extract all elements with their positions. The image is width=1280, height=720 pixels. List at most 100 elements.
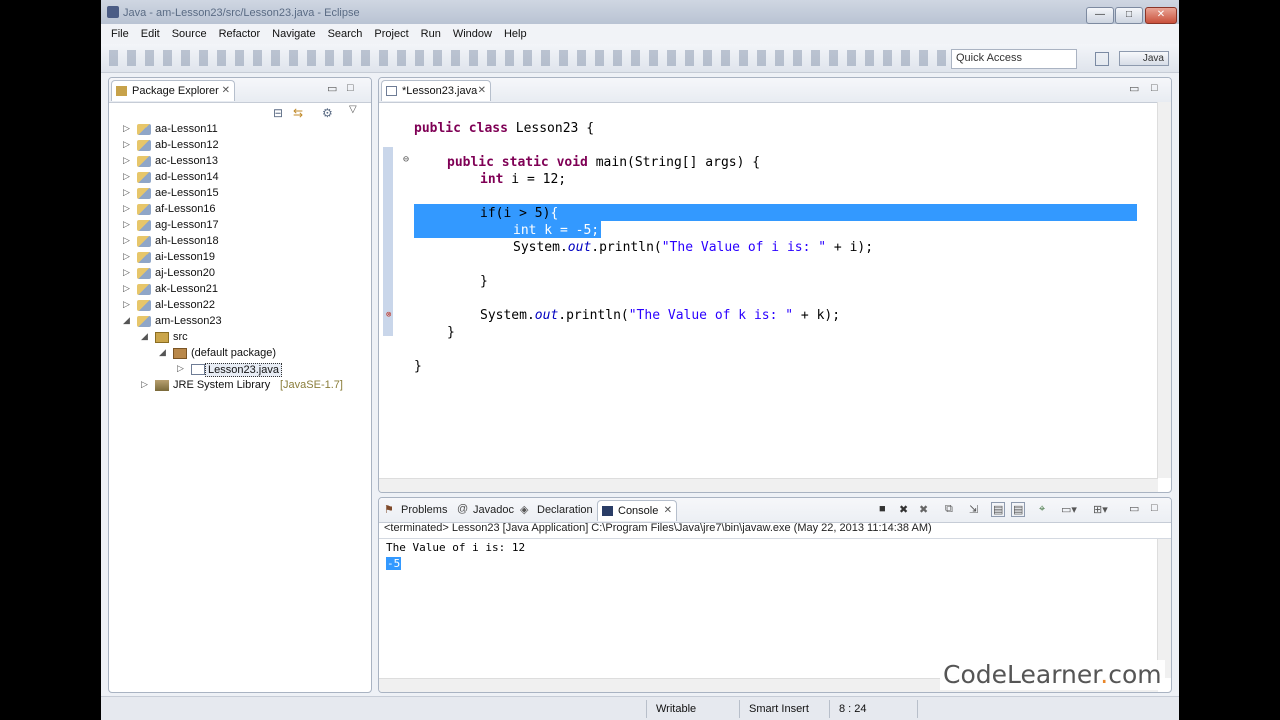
scroll-lock-icon[interactable]: ⇲ xyxy=(969,503,978,516)
expand-icon[interactable]: ▷ xyxy=(123,283,130,294)
expand-icon[interactable]: ▷ xyxy=(123,251,130,262)
expand-icon[interactable]: ▷ xyxy=(123,203,130,214)
tab-problems[interactable]: Problems xyxy=(401,504,447,516)
fold-icon[interactable]: ⊖ xyxy=(403,154,409,165)
close-icon[interactable]: ✕ xyxy=(664,501,672,521)
status-insert-mode: Smart Insert xyxy=(749,703,809,715)
tab-lesson23-java[interactable]: *Lesson23.java ✕ xyxy=(381,80,491,101)
tab-package-explorer[interactable]: Package Explorer ✕ xyxy=(111,80,235,101)
console-output-line: The Value of i is: 12 xyxy=(386,541,526,554)
toolbar-icons[interactable] xyxy=(109,50,949,66)
menu-edit[interactable]: Edit xyxy=(135,24,166,44)
open-perspective-icon[interactable] xyxy=(1095,52,1109,66)
expand-icon[interactable]: ▷ xyxy=(123,123,130,134)
menu-run[interactable]: Run xyxy=(415,24,447,44)
close-button[interactable]: ✕ xyxy=(1145,7,1177,24)
expand-icon[interactable]: ▷ xyxy=(123,155,130,166)
minimize-view-icon[interactable]: ▭ xyxy=(327,82,337,95)
window-title: Java - am-Lesson23/src/Lesson23.java - E… xyxy=(123,7,360,19)
expand-icon[interactable]: ▷ xyxy=(177,363,184,374)
expand-icon[interactable]: ▷ xyxy=(123,171,130,182)
view-menu-icon[interactable]: ▽ xyxy=(349,104,357,115)
change-ruler xyxy=(383,147,393,336)
expand-icon[interactable]: ▷ xyxy=(123,267,130,278)
menu-navigate[interactable]: Navigate xyxy=(266,24,321,44)
console-selected-output: -5 xyxy=(386,557,402,570)
menu-file[interactable]: File xyxy=(101,24,135,44)
maximize-button[interactable]: □ xyxy=(1115,7,1143,24)
expand-icon[interactable]: ▷ xyxy=(123,187,130,198)
java-perspective-button[interactable]: Java xyxy=(1119,51,1169,66)
collapse-icon[interactable]: ◢ xyxy=(123,315,130,326)
menu-project[interactable]: Project xyxy=(368,24,414,44)
eclipse-logo-icon xyxy=(107,6,119,18)
project-icon xyxy=(137,156,151,167)
clear-console-icon[interactable]: ⧉ xyxy=(945,503,953,516)
project-icon xyxy=(137,300,151,311)
tab-declaration[interactable]: Declaration xyxy=(537,504,593,516)
maximize-view-icon[interactable]: □ xyxy=(1151,82,1158,94)
collapse-icon[interactable]: ◢ xyxy=(141,331,148,342)
expand-icon[interactable]: ▷ xyxy=(123,299,130,310)
menu-refactor[interactable]: Refactor xyxy=(213,24,267,44)
code-string: "The Value of k is: " xyxy=(628,308,794,323)
expand-icon[interactable]: ▷ xyxy=(123,139,130,150)
expand-icon[interactable]: ▷ xyxy=(141,379,148,390)
code-keyword: int xyxy=(480,172,504,187)
source-folder-icon xyxy=(155,332,169,343)
status-cursor-position: 8 : 24 xyxy=(839,703,867,715)
maximize-view-icon[interactable]: □ xyxy=(347,82,354,94)
menu-source[interactable]: Source xyxy=(166,24,213,44)
menu-window[interactable]: Window xyxy=(447,24,498,44)
editor-horizontal-scrollbar[interactable] xyxy=(379,478,1158,492)
menu-help[interactable]: Help xyxy=(498,24,533,44)
code-editor[interactable]: ⊖ ⊗ public class Lesson23 { public stati… xyxy=(379,102,1171,492)
package-explorer-panel: Package Explorer ✕ ▭ □ ⊟ ⇆ ⚙ ▽ ▷ aa-Lesso… xyxy=(108,77,372,693)
code-line: int k = -5; xyxy=(513,223,600,238)
console-tabbar: ⚑ Problems @ Javadoc ◈ Declaration Conso… xyxy=(379,498,1171,523)
collapse-all-icon[interactable]: ⊟ xyxy=(273,106,283,120)
menu-search[interactable]: Search xyxy=(322,24,369,44)
minimize-view-icon[interactable]: ▭ xyxy=(1129,82,1139,95)
open-console-icon[interactable]: ⊞▾ xyxy=(1093,503,1108,516)
tree-item-label: ai-Lesson19 xyxy=(155,251,215,263)
error-marker-icon[interactable]: ⊗ xyxy=(386,310,391,320)
editor-panel: *Lesson23.java ✕ ▭ □ ⊖ ⊗ public class Le… xyxy=(378,77,1172,493)
quick-access-field[interactable]: Quick Access xyxy=(951,49,1077,69)
tab-console[interactable]: Console ✕ xyxy=(597,500,677,521)
console-tab-label: Console xyxy=(618,505,659,517)
tab-javadoc[interactable]: Javadoc xyxy=(473,504,514,516)
remove-launch-icon[interactable]: ✖ xyxy=(899,503,908,516)
display-console-icon[interactable]: ▭▾ xyxy=(1061,503,1077,516)
terminate-icon[interactable]: ■ xyxy=(879,503,886,515)
project-icon xyxy=(137,316,151,327)
main-toolbar: Quick Access Java xyxy=(101,44,1179,73)
expand-icon[interactable]: ▷ xyxy=(123,219,130,230)
show-on-stderr-icon[interactable]: ▤ xyxy=(1011,502,1026,517)
filter-icon[interactable]: ⚙ xyxy=(322,106,333,120)
minimize-view-icon[interactable]: ▭ xyxy=(1129,502,1139,515)
title-bar: Java - am-Lesson23/src/Lesson23.java - E… xyxy=(101,0,1179,24)
minimize-button[interactable]: — xyxy=(1086,7,1114,24)
code-field: out xyxy=(567,240,592,255)
close-icon[interactable]: ✕ xyxy=(478,81,486,101)
watermark-dot: . xyxy=(1100,660,1109,689)
pin-console-icon[interactable]: ⌖ xyxy=(1039,503,1045,516)
expand-icon[interactable]: ▷ xyxy=(123,235,130,246)
link-with-editor-icon[interactable]: ⇆ xyxy=(293,106,303,120)
tree-item-label: ab-Lesson12 xyxy=(155,139,219,151)
declaration-icon: ◈ xyxy=(520,504,529,516)
project-icon xyxy=(137,252,151,263)
status-divider xyxy=(829,700,830,718)
project-icon xyxy=(137,268,151,279)
console-vertical-scrollbar[interactable] xyxy=(1157,539,1171,678)
code-text: main(String[] args) { xyxy=(587,155,761,170)
remove-all-icon[interactable]: ✖ xyxy=(919,503,928,516)
show-on-stdout-icon[interactable]: ▤ xyxy=(991,502,1006,517)
tree-item-label: src xyxy=(173,331,188,343)
collapse-icon[interactable]: ◢ xyxy=(159,347,166,358)
maximize-view-icon[interactable]: □ xyxy=(1151,502,1158,514)
close-icon[interactable]: ✕ xyxy=(222,81,230,101)
project-icon xyxy=(137,284,151,295)
editor-vertical-scrollbar[interactable] xyxy=(1157,102,1171,478)
